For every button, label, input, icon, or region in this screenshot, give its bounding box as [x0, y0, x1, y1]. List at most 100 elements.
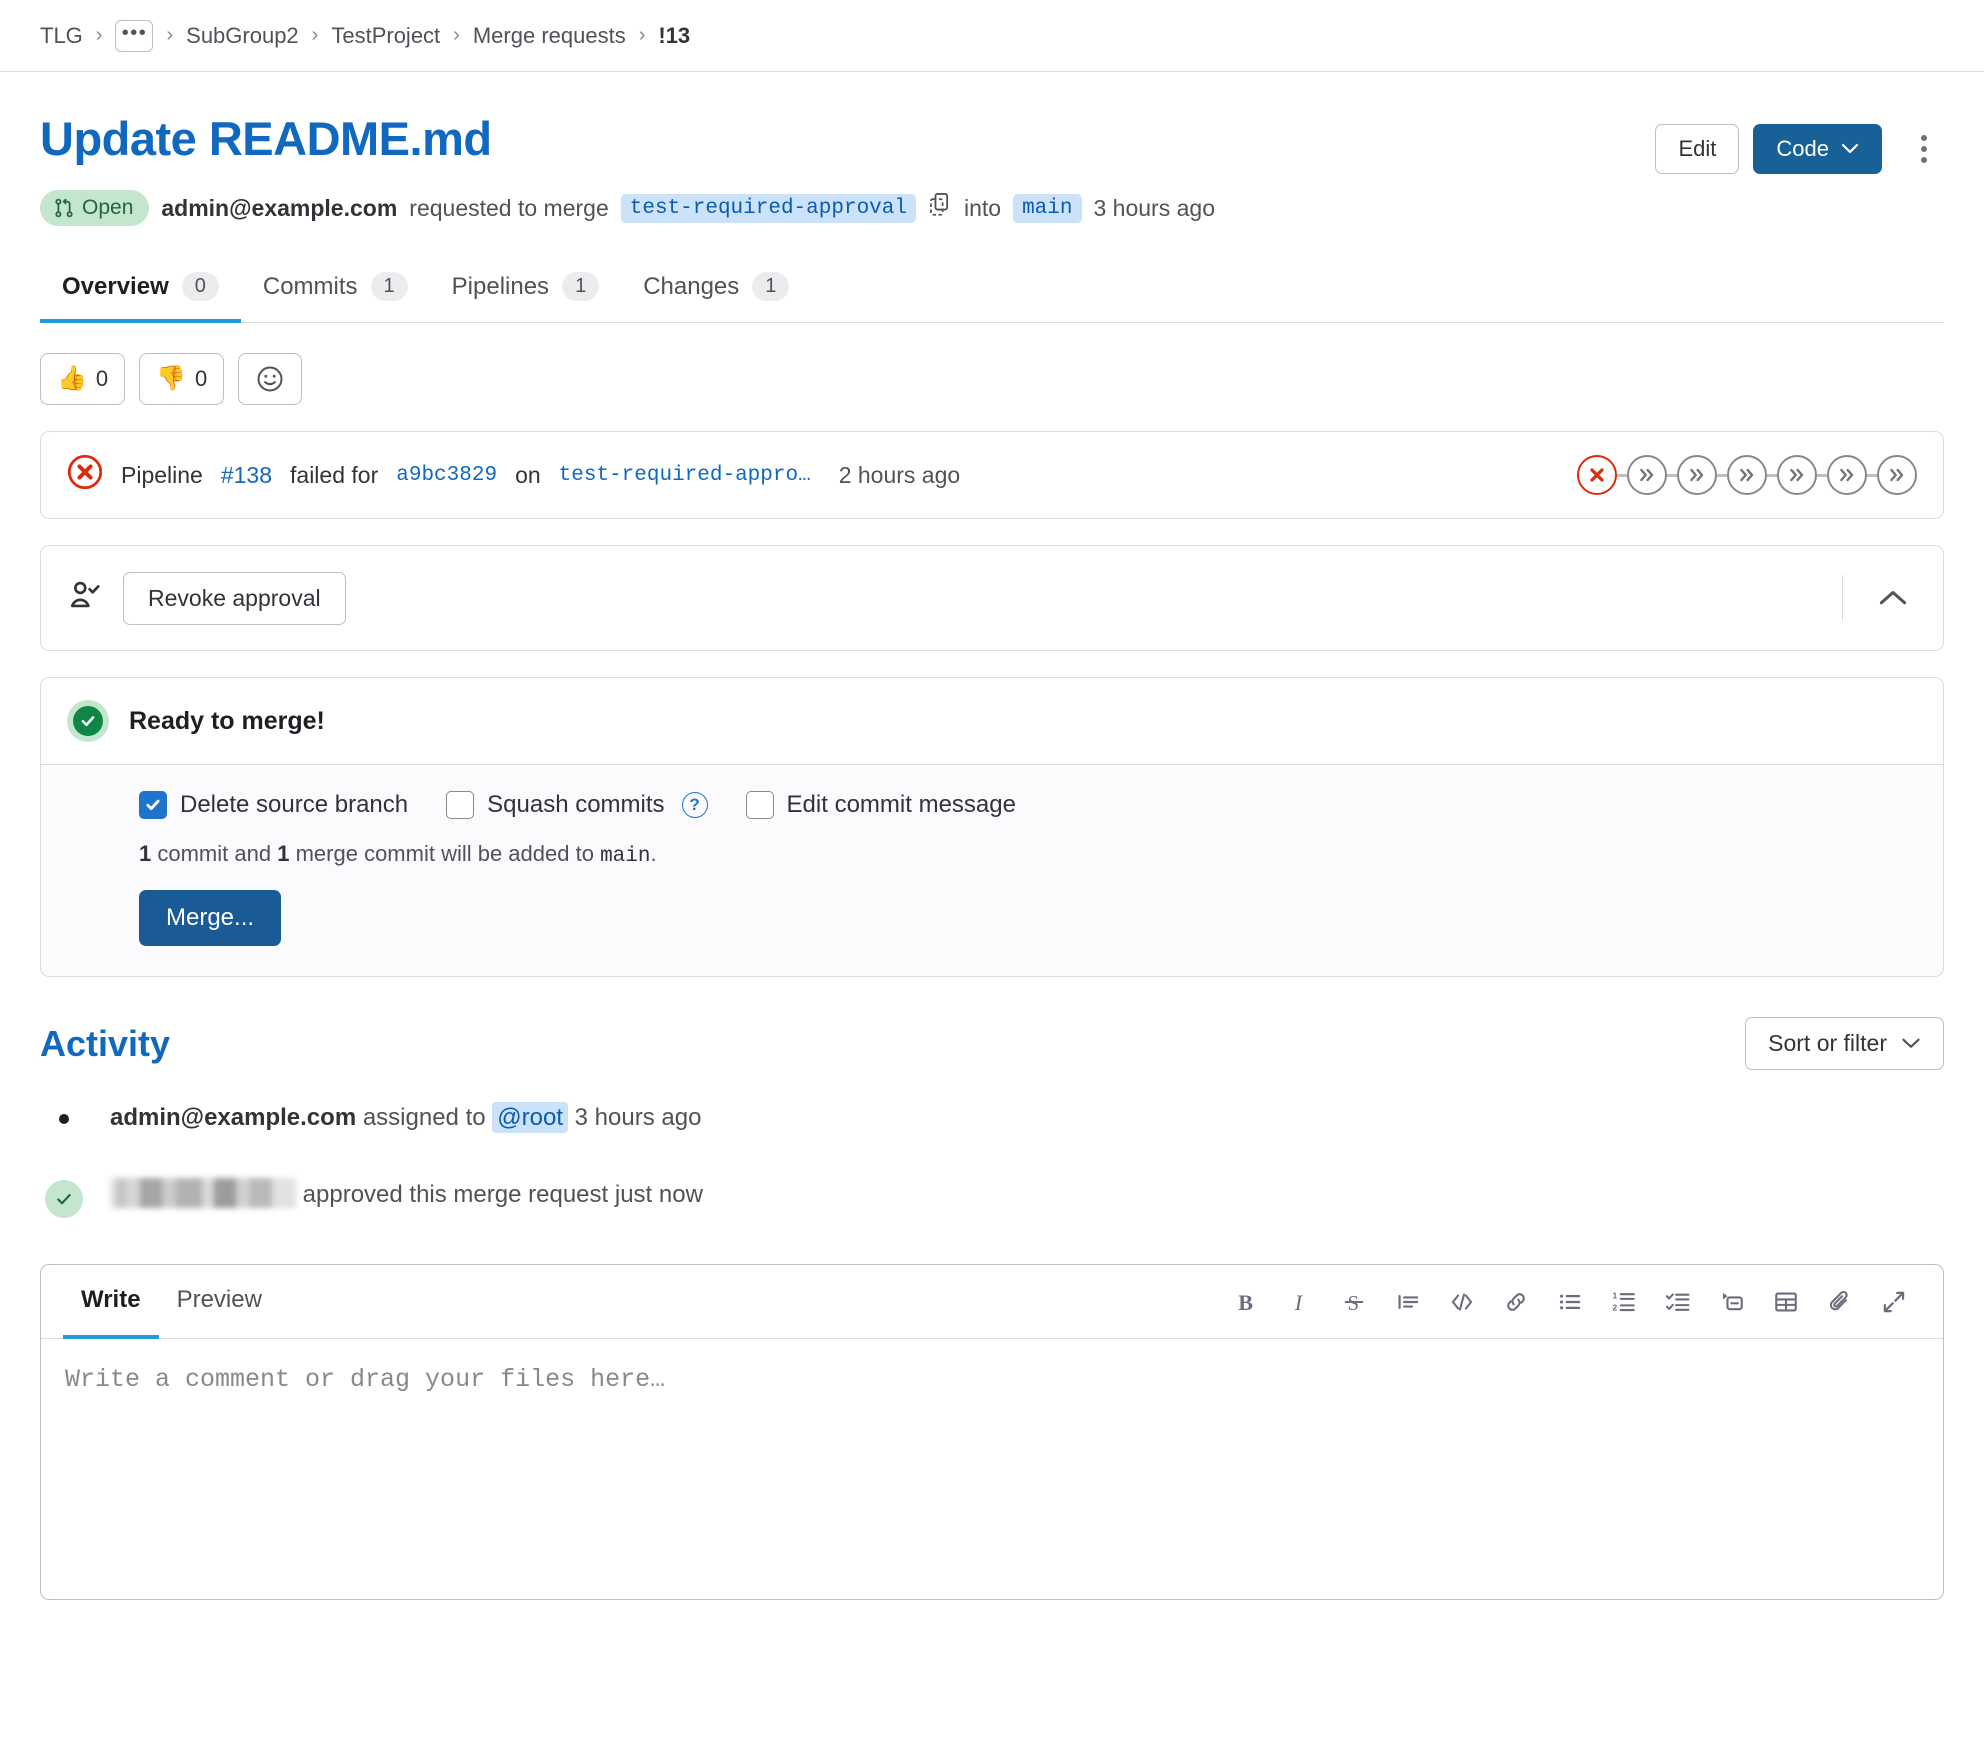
attach-file-icon[interactable]	[1813, 1275, 1867, 1329]
note-mention[interactable]: @root	[492, 1102, 568, 1133]
tab-overview[interactable]: Overview 0	[40, 260, 241, 323]
pipeline-stage-skipped[interactable]	[1877, 455, 1917, 495]
chevron-down-icon	[1841, 143, 1859, 154]
thumbs-down-icon: 👎	[156, 365, 187, 392]
merge-widget-header: Ready to merge!	[41, 678, 1943, 765]
reaction-thumbs-down-button[interactable]: 👎 0	[139, 353, 225, 405]
pipeline-stages	[1577, 455, 1917, 495]
breadcrumb-item-subgroup[interactable]: SubGroup2	[186, 23, 299, 49]
squash-commits-checkbox[interactable]	[446, 791, 475, 819]
pipeline-commit-link[interactable]: a9bc3829	[396, 464, 497, 487]
reaction-thumbs-down-count: 0	[195, 366, 208, 391]
edit-commit-message-label[interactable]: Edit commit message	[787, 791, 1016, 819]
tab-changes[interactable]: Changes 1	[621, 260, 811, 323]
pipeline-stage-skipped[interactable]	[1677, 455, 1717, 495]
comment-textarea[interactable]: Write a comment or drag your files here…	[41, 1339, 1943, 1599]
reaction-thumbs-up-count: 0	[95, 366, 109, 391]
merge-commit-count: 1	[277, 841, 290, 866]
fullscreen-icon[interactable]	[1867, 1275, 1921, 1329]
approvals-widget: Revoke approval	[40, 545, 1944, 651]
breadcrumb-item-project[interactable]: TestProject	[331, 23, 440, 49]
status-badge-label: Open	[82, 196, 134, 219]
collapse-approvals-button[interactable]	[1869, 574, 1917, 622]
reaction-thumbs-up-button[interactable]: 👍 0	[40, 353, 126, 405]
check-circle-icon	[45, 1180, 83, 1218]
tab-preview[interactable]: Preview	[159, 1265, 280, 1339]
approval-check-icon	[67, 579, 101, 618]
note-action: approved this merge request	[302, 1181, 609, 1208]
squash-commits-label[interactable]: Squash commits	[487, 791, 664, 819]
mr-author: admin@example.com	[161, 194, 398, 221]
svg-text:I: I	[1294, 1289, 1304, 1314]
bold-icon[interactable]: B	[1219, 1275, 1273, 1329]
status-badge: Open	[40, 190, 150, 226]
tab-write[interactable]: Write	[63, 1265, 159, 1339]
delete-source-branch-option[interactable]: Delete source branch	[139, 791, 408, 819]
delete-source-branch-label[interactable]: Delete source branch	[180, 791, 408, 819]
target-branch-chip[interactable]: main	[1013, 193, 1082, 223]
page-title: Update README.md	[40, 112, 492, 165]
add-reaction-button[interactable]	[238, 353, 303, 405]
pipeline-stage-skipped[interactable]	[1827, 455, 1867, 495]
source-branch-chip[interactable]: test-required-approval	[620, 193, 916, 223]
divider	[1842, 575, 1843, 621]
commit-note-target: main	[600, 845, 651, 868]
italic-icon[interactable]: I	[1273, 1275, 1327, 1329]
edit-button[interactable]: Edit	[1655, 124, 1740, 174]
squash-help-icon[interactable]: ?	[681, 792, 708, 818]
pipeline-stage-skipped[interactable]	[1777, 455, 1817, 495]
revoke-approval-button[interactable]: Revoke approval	[123, 571, 346, 625]
approval-left: Revoke approval	[67, 571, 346, 625]
mr-requested-text: requested to merge	[409, 194, 609, 221]
note-action: assigned to	[362, 1104, 486, 1131]
breadcrumb-item-current[interactable]: !13	[658, 23, 690, 49]
pipeline-id-link[interactable]: #138	[221, 462, 272, 489]
strikethrough-icon[interactable]: S	[1327, 1275, 1381, 1329]
activity-title: Activity	[40, 1022, 171, 1064]
tab-changes-count: 1	[752, 272, 790, 301]
pipeline-stage-skipped[interactable]	[1627, 455, 1667, 495]
note-text: admin@example.com assigned to @root 3 ho…	[110, 1100, 701, 1133]
copy-branch-icon[interactable]	[928, 192, 952, 224]
squash-commits-option[interactable]: Squash commits ?	[446, 791, 708, 819]
kebab-dot	[1921, 157, 1927, 163]
sort-or-filter-button[interactable]: Sort or filter	[1745, 1017, 1944, 1070]
table-icon[interactable]	[1759, 1275, 1813, 1329]
quote-icon[interactable]	[1381, 1275, 1435, 1329]
pipeline-prefix: Pipeline	[121, 461, 203, 488]
tab-pipelines[interactable]: Pipelines 1	[430, 260, 622, 323]
editor-tabs: Write Preview	[63, 1265, 280, 1339]
tab-commits-label: Commits	[262, 272, 358, 300]
dot-icon	[59, 1114, 69, 1124]
code-icon[interactable]	[1435, 1275, 1489, 1329]
breadcrumb-separator: ›	[638, 24, 646, 46]
breadcrumb-item-merge-requests[interactable]: Merge requests	[473, 23, 626, 49]
delete-source-branch-checkbox[interactable]	[139, 791, 167, 819]
title-actions: Edit Code	[1655, 112, 1944, 174]
pipeline-stage-failed[interactable]	[1577, 455, 1617, 495]
task-list-icon[interactable]	[1651, 1275, 1705, 1329]
merge-button[interactable]: Merge...	[139, 890, 282, 946]
link-icon[interactable]	[1489, 1275, 1543, 1329]
activity-notes-list: admin@example.com assigned to @root 3 ho…	[40, 1100, 1944, 1234]
breadcrumb-item-group[interactable]: TLG	[40, 23, 83, 49]
breadcrumb-separator: ›	[453, 24, 460, 46]
bullet-list-icon[interactable]	[1543, 1275, 1597, 1329]
approval-right	[1842, 574, 1917, 622]
more-actions-button[interactable]	[1904, 126, 1944, 172]
pipeline-stage-skipped[interactable]	[1727, 455, 1767, 495]
code-button[interactable]: Code	[1753, 124, 1882, 174]
merge-request-page: TLG › ••• › SubGroup2 › TestProject › Me…	[0, 0, 1984, 1752]
tab-changes-label: Changes	[643, 272, 740, 300]
numbered-list-icon[interactable]: 1 2	[1597, 1275, 1651, 1329]
tab-commits[interactable]: Commits 1	[241, 260, 430, 323]
svg-text:S: S	[1348, 1291, 1360, 1314]
edit-commit-message-option[interactable]: Edit commit message	[745, 791, 1016, 819]
collapsible-section-icon[interactable]	[1705, 1275, 1759, 1329]
breadcrumb-ellipsis-button[interactable]: •••	[115, 19, 154, 52]
note-author[interactable]: admin@example.com	[110, 1104, 356, 1131]
edit-commit-message-checkbox[interactable]	[745, 791, 774, 819]
code-button-label: Code	[1776, 136, 1829, 161]
pipeline-branch-link[interactable]: test-required-appro…	[559, 464, 811, 487]
breadcrumb-separator: ›	[95, 24, 103, 46]
